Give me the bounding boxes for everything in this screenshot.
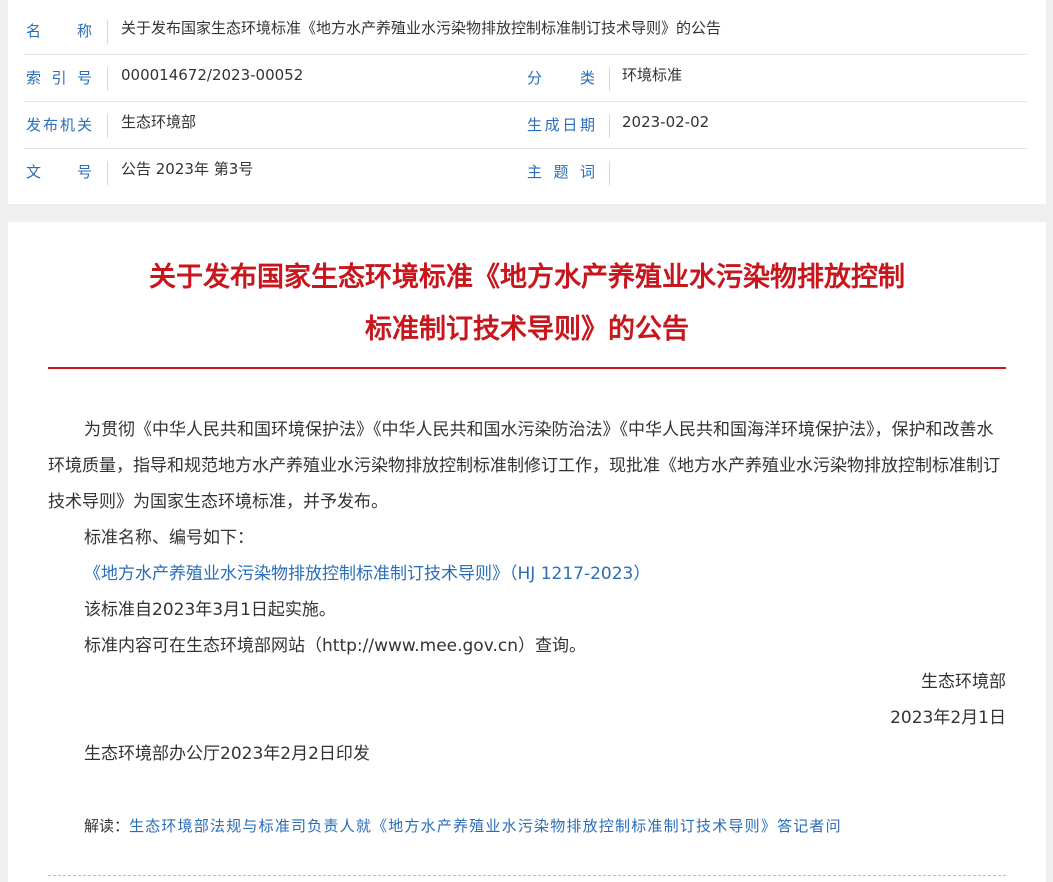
divider xyxy=(609,161,610,185)
divider xyxy=(107,20,108,44)
meta-row-doc-no: 文 号 公告 2023年 第3号 主题词 xyxy=(24,149,1027,195)
divider xyxy=(609,67,610,91)
category-label: 分 类 xyxy=(527,69,595,87)
issuer-label: 发布机关 xyxy=(26,116,92,134)
signature-org: 生态环境部 xyxy=(921,672,1006,692)
title-line-1: 关于发布国家生态环境标准《地方水产养殖业水污染物排放控制 xyxy=(149,262,905,293)
article-title: 关于发布国家生态环境标准《地方水产养殖业水污染物排放控制 标准制订技术导则》的公… xyxy=(48,252,1006,356)
divider xyxy=(107,67,108,91)
doc-no-label: 文 号 xyxy=(26,163,92,181)
body-paragraph-2: 标准名称、编号如下： xyxy=(84,528,254,548)
meta-row-name: 名 称 关于发布国家生态环境标准《地方水产养殖业水污染物排放控制标准制订技术导则… xyxy=(24,8,1027,55)
interpretation-line: 解读：生态环境部法规与标准司负责人就《地方水产养殖业水污染物排放控制标准制订技术… xyxy=(48,808,1006,844)
body-paragraph-4: 标准内容可在生态环境部网站（http://www.mee.gov.cn）查询。 xyxy=(84,636,586,656)
print-note: 生态环境部办公厅2023年2月2日印发 xyxy=(84,744,370,764)
body-paragraph-1: 为贯彻《中华人民共和国环境保护法》《中华人民共和国水污染防治法》《中华人民共和国… xyxy=(48,420,1000,512)
metadata-panel: 名 称 关于发布国家生态环境标准《地方水产养殖业水污染物排放控制标准制订技术导则… xyxy=(8,0,1046,204)
interpretation-link[interactable]: 生态环境部法规与标准司负责人就《地方水产养殖业水污染物排放控制标准制订技术导则》… xyxy=(129,817,842,835)
divider xyxy=(107,161,108,185)
meta-row-issuer: 发布机关 生态环境部 生成日期 2023-02-02 xyxy=(24,102,1027,149)
body-paragraph-3: 该标准自2023年3月1日起实施。 xyxy=(84,600,336,620)
category-value: 环境标准 xyxy=(622,66,683,84)
article-panel: 关于发布国家生态环境标准《地方水产养殖业水污染物排放控制 标准制订技术导则》的公… xyxy=(8,222,1046,882)
name-label: 名 称 xyxy=(26,22,92,40)
date-label: 生成日期 xyxy=(527,116,595,134)
doc-no-value: 公告 2023年 第3号 xyxy=(121,160,254,178)
index-value: 000014672/2023-00052 xyxy=(121,66,304,84)
issuer-value: 生态环境部 xyxy=(121,113,197,131)
divider xyxy=(609,114,610,138)
keywords-label: 主题词 xyxy=(527,163,595,181)
name-value: 关于发布国家生态环境标准《地方水产养殖业水污染物排放控制标准制订技术导则》的公告 xyxy=(121,19,722,37)
meta-row-index: 索引号 000014672/2023-00052 分 类 环境标准 xyxy=(24,55,1027,102)
date-value: 2023-02-02 xyxy=(622,113,710,131)
footer-divider xyxy=(48,875,1006,876)
standard-link-line: 《地方水产养殖业水污染物排放控制标准制订技术导则》（HJ 1217-2023） xyxy=(48,556,1006,592)
signature-date: 2023年2月1日 xyxy=(890,708,1006,728)
interpretation-label: 解读： xyxy=(84,817,130,835)
index-label: 索引号 xyxy=(26,69,92,87)
standard-link[interactable]: 《地方水产养殖业水污染物排放控制标准制订技术导则》（HJ 1217-2023） xyxy=(84,564,650,584)
title-line-2: 标准制订技术导则》的公告 xyxy=(365,314,689,345)
divider xyxy=(107,114,108,138)
title-divider xyxy=(48,367,1006,369)
